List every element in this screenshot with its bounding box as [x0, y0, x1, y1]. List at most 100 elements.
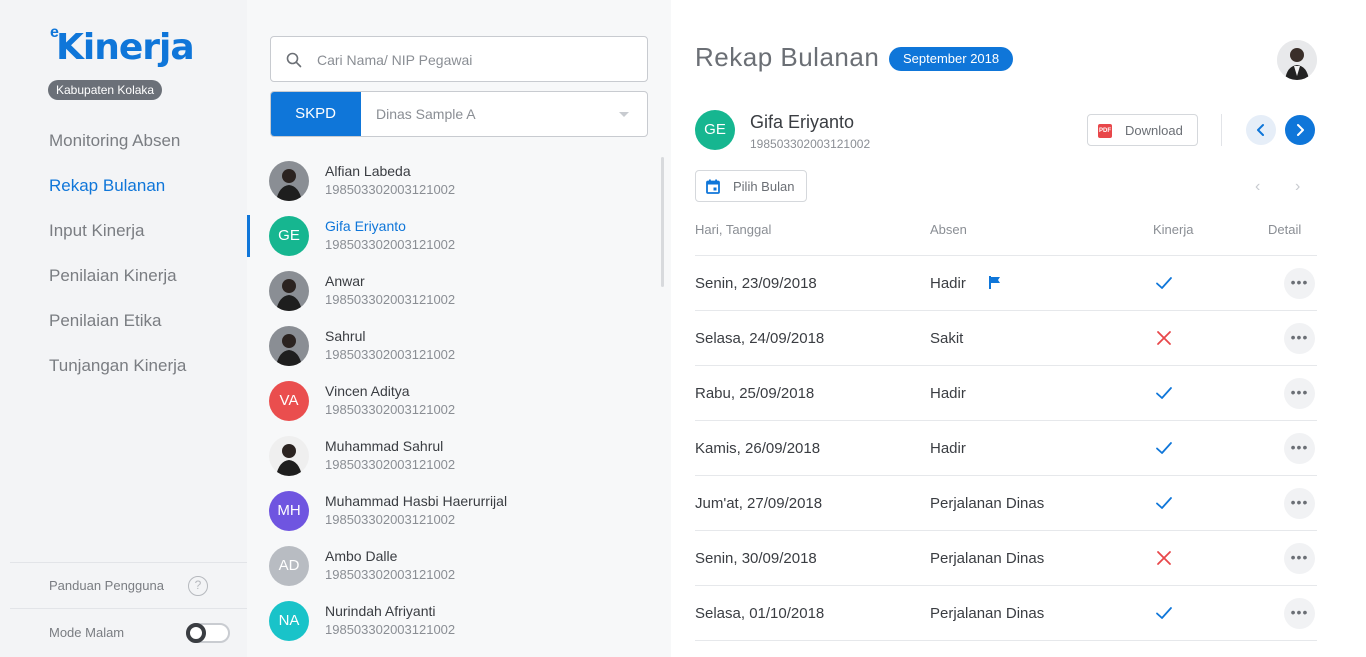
employee-list-item[interactable]: AD Ambo Dalle 198503302003121002	[269, 543, 639, 598]
employee-list-item[interactable]: Sahrul 198503302003121002	[269, 323, 639, 378]
pdf-icon: PDF	[1098, 124, 1112, 138]
scrollbar[interactable]	[661, 157, 664, 287]
pick-month-button[interactable]: Pilih Bulan	[695, 170, 807, 202]
pick-month-label: Pilih Bulan	[733, 179, 795, 194]
avatar	[269, 161, 309, 201]
more-options-button[interactable]: •••	[1284, 433, 1315, 464]
employee-list-item[interactable]: Muhammad Sahrul 198503302003121002	[269, 433, 639, 488]
sidebar-item-monitoring-absen[interactable]: Monitoring Absen	[49, 129, 186, 174]
row-absen: Perjalanan Dinas	[930, 495, 1045, 512]
logo-wordmark: Kinerja	[56, 27, 195, 68]
more-options-button[interactable]: •••	[1284, 488, 1315, 519]
close-icon	[1155, 330, 1173, 351]
avatar: MH	[269, 491, 309, 531]
night-mode-label: Mode Malam	[49, 625, 125, 640]
download-button[interactable]: PDF Download	[1087, 114, 1198, 146]
chevron-left-icon	[1257, 124, 1264, 136]
skpd-select[interactable]: SKPD Dinas Sample A	[270, 91, 648, 137]
flag-icon[interactable]	[989, 276, 1001, 294]
employee-list-item[interactable]: NA Nurindah Afriyanti 198503302003121002	[269, 598, 639, 653]
more-options-button[interactable]: •••	[1284, 543, 1315, 574]
more-options-button[interactable]: •••	[1284, 598, 1315, 629]
employee-name: Nurindah Afriyanti	[325, 603, 436, 619]
table-row: Senin, 23/09/2018 Hadir •••	[695, 256, 1317, 311]
avatar	[269, 271, 309, 311]
search-input[interactable]	[317, 49, 627, 71]
prev-person-button[interactable]	[1246, 115, 1276, 145]
col-absen-header: Absen	[930, 222, 967, 237]
employee-nip: 198503302003121002	[325, 567, 456, 582]
sidebar-item-input-kinerja[interactable]: Input Kinerja	[49, 219, 186, 264]
row-absen: Sakit	[930, 330, 964, 347]
person-avatar: GE	[695, 110, 735, 150]
row-date: Jum'at, 27/09/2018	[695, 495, 823, 512]
employee-nip: 198503302003121002	[325, 237, 456, 252]
selection-indicator	[247, 215, 250, 257]
more-options-button[interactable]: •••	[1284, 268, 1315, 299]
row-absen: Hadir	[930, 440, 966, 457]
main-content: Rekap Bulanan September 2018 GE Gifa Eri…	[671, 0, 1366, 657]
row-absen: Hadir	[930, 275, 966, 292]
row-date: Selasa, 24/09/2018	[695, 330, 825, 347]
employee-name: Muhammad Hasbi Haerurrijal	[325, 493, 508, 509]
check-icon	[1155, 275, 1173, 296]
col-date-header: Hari, Tanggal	[695, 222, 772, 237]
person-nip: 198503302003121002	[750, 137, 871, 151]
row-date: Senin, 30/09/2018	[695, 550, 817, 567]
chevron-right-icon	[1297, 124, 1304, 136]
row-date: Senin, 23/09/2018	[695, 275, 817, 292]
more-options-button[interactable]: •••	[1284, 378, 1315, 409]
next-person-button[interactable]	[1285, 115, 1315, 145]
row-absen: Perjalanan Dinas	[930, 605, 1045, 622]
app-logo[interactable]: e Kinerja Kabupaten Kolaka	[48, 24, 195, 104]
check-icon	[1155, 440, 1173, 461]
sidebar-item-penilaian-kinerja[interactable]: Penilaian Kinerja	[49, 264, 186, 309]
close-icon	[1155, 550, 1173, 571]
skpd-value: Dinas Sample A	[376, 106, 476, 122]
row-date: Kamis, 26/09/2018	[695, 440, 821, 457]
user-guide-link[interactable]: Panduan Pengguna ?	[10, 562, 247, 609]
user-guide-label: Panduan Pengguna	[49, 578, 164, 593]
sidebar-item-tunjangan-kinerja[interactable]: Tunjangan Kinerja	[49, 354, 186, 399]
employee-list-item[interactable]: Anwar 198503302003121002	[269, 268, 639, 323]
table-row: Jum'at, 27/09/2018 Perjalanan Dinas •••	[695, 476, 1317, 531]
employee-nip: 198503302003121002	[325, 457, 456, 472]
avatar: AD	[269, 546, 309, 586]
download-label: Download	[1125, 123, 1183, 138]
person-name: Gifa Eriyanto	[750, 112, 855, 132]
employee-name: Vincen Aditya	[325, 383, 410, 399]
check-icon	[1155, 385, 1173, 406]
chevron-left-icon[interactable]: ‹	[1255, 178, 1260, 196]
employee-nip: 198503302003121002	[325, 182, 456, 197]
night-mode-toggle[interactable]	[186, 623, 230, 643]
table-row: Selasa, 01/10/2018 Perjalanan Dinas •••	[695, 586, 1317, 641]
help-circle-icon[interactable]: ?	[188, 576, 208, 596]
more-options-button[interactable]: •••	[1284, 323, 1315, 354]
employee-panel: SKPD Dinas Sample A Alfian Labeda 1985033…	[247, 0, 671, 657]
page-title: Rekap Bulanan	[695, 42, 880, 72]
employee-nip: 198503302003121002	[325, 292, 456, 307]
employee-name: Muhammad Sahrul	[325, 438, 444, 454]
employee-name: Gifa Eriyanto	[325, 218, 406, 234]
employee-nip: 198503302003121002	[325, 402, 456, 417]
sidebar-menu: Monitoring Absen Rekap Bulanan Input Kiner…	[49, 129, 186, 399]
check-icon	[1155, 605, 1173, 626]
search-box[interactable]	[270, 36, 648, 82]
chevron-right-icon[interactable]: ›	[1295, 178, 1300, 196]
user-avatar[interactable]	[1277, 40, 1317, 80]
employee-nip: 198503302003121002	[325, 512, 456, 527]
employee-list-item[interactable]: GE Gifa Eriyanto 198503302003121002	[269, 213, 639, 268]
employee-name: Anwar	[325, 273, 365, 289]
sidebar-item-rekap-bulanan[interactable]: Rekap Bulanan	[49, 174, 186, 219]
sidebar-item-penilaian-etika[interactable]: Penilaian Etika	[49, 309, 186, 354]
table-row: Selasa, 24/09/2018 Sakit •••	[695, 311, 1317, 366]
month-badge: September 2018	[889, 47, 1014, 71]
table-row: Senin, 30/09/2018 Perjalanan Dinas •••	[695, 531, 1317, 586]
employee-list-item[interactable]: VA Vincen Aditya 198503302003121002	[269, 378, 639, 433]
employee-list: Alfian Labeda 198503302003121002 GE Gifa Er…	[269, 158, 639, 653]
col-detail-header: Detail	[1268, 222, 1302, 237]
avatar	[269, 436, 309, 476]
employee-list-item[interactable]: MH Muhammad Hasbi Haerurrijal 198503302003…	[269, 488, 639, 543]
avatar	[269, 326, 309, 366]
employee-list-item[interactable]: Alfian Labeda 198503302003121002	[269, 158, 639, 213]
